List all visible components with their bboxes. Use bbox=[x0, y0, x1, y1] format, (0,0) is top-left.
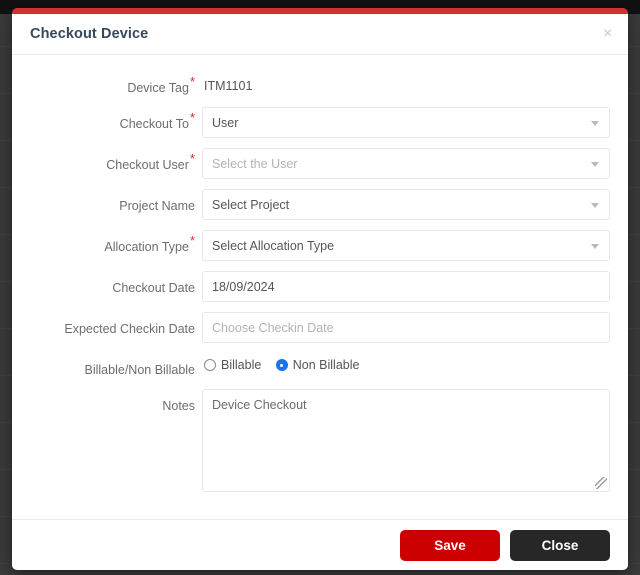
required-asterisk-checkout-user: * bbox=[189, 150, 195, 166]
required-asterisk-allocation-type: * bbox=[189, 232, 195, 248]
checkout-user-select[interactable]: Select the User bbox=[202, 148, 610, 179]
notes-value: Device Checkout bbox=[212, 398, 307, 412]
control-device-tag: ITM1101 bbox=[202, 71, 628, 93]
form-row-project-name: Project Name Select Project bbox=[12, 189, 628, 220]
label-billable: Billable/Non Billable bbox=[84, 363, 195, 377]
form-row-checkout-user: Checkout User* Select the User bbox=[12, 148, 628, 179]
control-checkout-date: 18/09/2024 bbox=[202, 271, 628, 302]
project-name-value: Select Project bbox=[212, 197, 290, 212]
checkout-to-select[interactable]: User bbox=[202, 107, 610, 138]
label-wrap-checkout-user: Checkout User* bbox=[12, 148, 202, 174]
checkout-date-value: 18/09/2024 bbox=[212, 279, 275, 294]
label-checkout-to: Checkout To bbox=[119, 117, 189, 131]
form-row-expected-checkin-date: Expected Checkin Date Choose Checkin Dat… bbox=[12, 312, 628, 343]
control-allocation-type: Select Allocation Type bbox=[202, 230, 628, 261]
label-wrap-billable: Billable/Non Billable bbox=[12, 353, 202, 379]
required-asterisk-checkout-to: * bbox=[189, 109, 195, 125]
form-row-billable: Billable/Non Billable Billable Non Billa… bbox=[12, 353, 628, 379]
label-expected-checkin-date: Expected Checkin Date bbox=[64, 322, 195, 336]
dialog-footer: Save Close bbox=[12, 519, 628, 570]
chevron-down-icon bbox=[591, 161, 599, 167]
checkout-user-value: Select the User bbox=[212, 156, 298, 171]
form-row-checkout-to: Checkout To* User bbox=[12, 107, 628, 138]
control-billable: Billable Non Billable bbox=[202, 353, 628, 376]
checkout-device-dialog: Checkout Device × Device Tag* ITM1101 Ch… bbox=[12, 8, 628, 570]
radio-circle-non-billable bbox=[275, 359, 288, 371]
expected-checkin-date-input[interactable]: Choose Checkin Date bbox=[202, 312, 610, 343]
label-wrap-notes: Notes bbox=[12, 389, 202, 415]
allocation-type-select[interactable]: Select Allocation Type bbox=[202, 230, 610, 261]
dialog-body: Device Tag* ITM1101 Checkout To* User Ch… bbox=[12, 55, 628, 519]
resize-handle-icon[interactable] bbox=[595, 477, 607, 489]
label-wrap-expected-checkin-date: Expected Checkin Date bbox=[12, 312, 202, 338]
control-expected-checkin-date: Choose Checkin Date bbox=[202, 312, 628, 343]
close-icon[interactable]: × bbox=[597, 23, 617, 43]
control-notes: Device Checkout bbox=[202, 389, 628, 492]
chevron-down-icon bbox=[591, 120, 599, 126]
radio-option-non-billable[interactable]: Non Billable bbox=[275, 358, 360, 372]
label-wrap-checkout-date: Checkout Date bbox=[12, 271, 202, 297]
label-device-tag: Device Tag bbox=[127, 81, 189, 95]
control-checkout-to: User bbox=[202, 107, 628, 138]
form-row-notes: Notes Device Checkout bbox=[12, 389, 628, 492]
dialog-header: Checkout Device × bbox=[12, 14, 628, 55]
label-project-name: Project Name bbox=[119, 199, 195, 213]
chevron-down-icon bbox=[591, 243, 599, 249]
project-name-select[interactable]: Select Project bbox=[202, 189, 610, 220]
form-row-allocation-type: Allocation Type* Select Allocation Type bbox=[12, 230, 628, 261]
radio-label-billable: Billable bbox=[221, 358, 262, 372]
label-wrap-allocation-type: Allocation Type* bbox=[12, 230, 202, 256]
checkout-to-value: User bbox=[212, 115, 239, 130]
expected-checkin-date-placeholder: Choose Checkin Date bbox=[212, 320, 334, 335]
form-row-device-tag: Device Tag* ITM1101 bbox=[12, 71, 628, 97]
chevron-down-icon bbox=[591, 202, 599, 208]
label-notes: Notes bbox=[162, 399, 195, 413]
save-button[interactable]: Save bbox=[400, 529, 500, 561]
allocation-type-value: Select Allocation Type bbox=[212, 238, 335, 253]
label-wrap-checkout-to: Checkout To* bbox=[12, 107, 202, 133]
label-checkout-date: Checkout Date bbox=[112, 281, 195, 295]
label-checkout-user: Checkout User bbox=[106, 158, 189, 172]
form-row-checkout-date: Checkout Date 18/09/2024 bbox=[12, 271, 628, 302]
close-button[interactable]: Close bbox=[510, 529, 610, 561]
radio-circle-billable bbox=[204, 359, 216, 371]
label-allocation-type: Allocation Type bbox=[104, 240, 189, 254]
control-project-name: Select Project bbox=[202, 189, 628, 220]
label-wrap-device-tag: Device Tag* bbox=[12, 71, 202, 97]
required-asterisk-device-tag: * bbox=[189, 73, 195, 89]
label-wrap-project-name: Project Name bbox=[12, 189, 202, 215]
radio-option-billable[interactable]: Billable bbox=[204, 358, 261, 372]
device-tag-value: ITM1101 bbox=[204, 79, 253, 93]
checkout-date-input[interactable]: 18/09/2024 bbox=[202, 271, 610, 302]
radio-label-non-billable: Non Billable bbox=[292, 358, 360, 372]
control-checkout-user: Select the User bbox=[202, 148, 628, 179]
notes-textarea[interactable]: Device Checkout bbox=[202, 389, 610, 492]
page-title: Checkout Device bbox=[30, 26, 149, 42]
